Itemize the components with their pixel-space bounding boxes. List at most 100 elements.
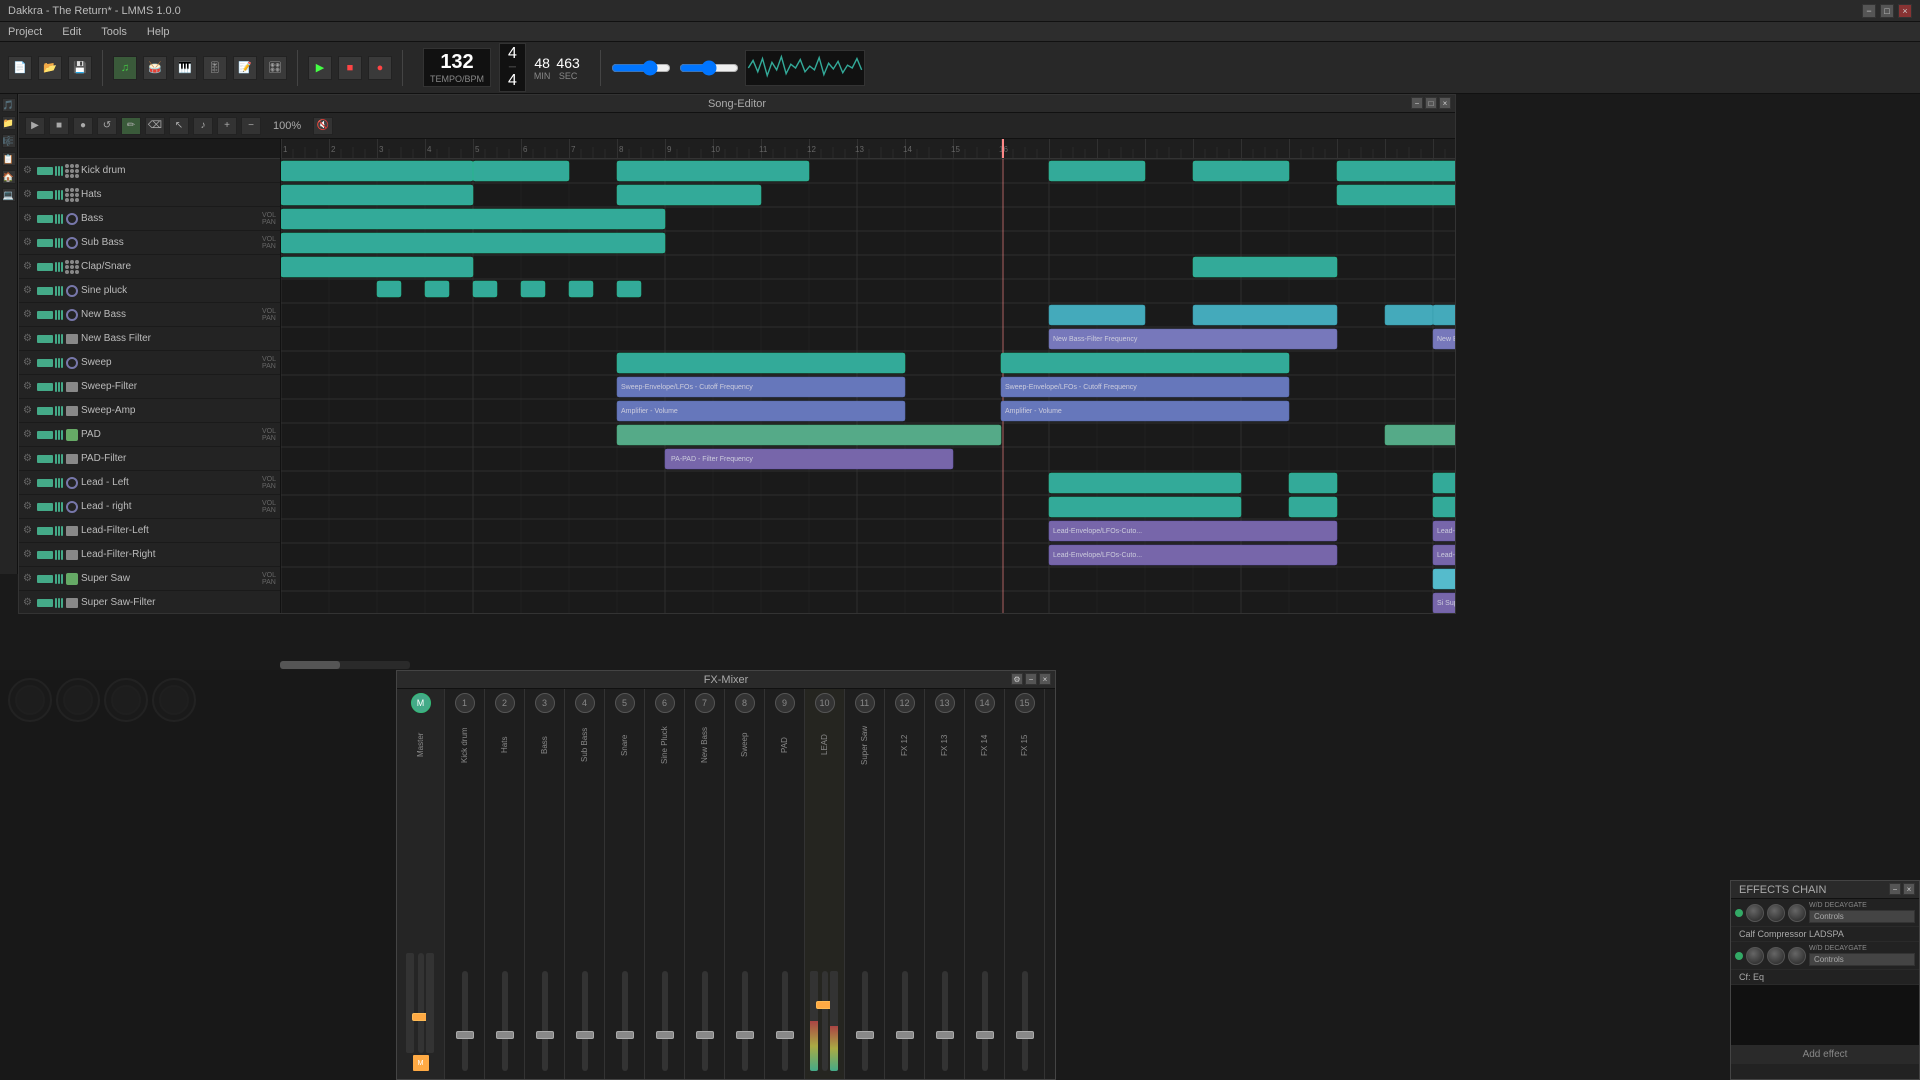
- block[interactable]: [1289, 497, 1337, 517]
- track-gear-sub-bass[interactable]: ⚙: [23, 237, 35, 248]
- block[interactable]: [1049, 305, 1145, 325]
- se-detuning-button[interactable]: ♪: [193, 117, 213, 135]
- track-gear-lead-left[interactable]: ⚙: [23, 477, 35, 488]
- track-gear-new-bass-filter[interactable]: ⚙: [23, 333, 35, 344]
- fx-channel-7-num[interactable]: 7: [695, 693, 715, 713]
- block[interactable]: [1193, 161, 1289, 181]
- effect-2-knob-1[interactable]: [1746, 947, 1764, 965]
- fx-fader-11-handle[interactable]: [856, 1031, 874, 1039]
- menu-help[interactable]: Help: [143, 24, 174, 40]
- fx-channel-8-num[interactable]: 8: [735, 693, 755, 713]
- block[interactable]: [281, 257, 473, 277]
- track-mute-new-bass-filter[interactable]: [37, 335, 53, 343]
- se-select-button[interactable]: ↖: [169, 117, 189, 135]
- effect-1-knob-1[interactable]: [1746, 904, 1764, 922]
- menu-tools[interactable]: Tools: [97, 24, 131, 40]
- effect-2-knob-2[interactable]: [1767, 947, 1785, 965]
- track-gear-lead-filter-right[interactable]: ⚙: [23, 549, 35, 560]
- my-presets-button[interactable]: 📋: [2, 152, 16, 166]
- track-gear-sweep-filter[interactable]: ⚙: [23, 381, 35, 392]
- track-mute-lead-left[interactable]: [37, 479, 53, 487]
- save-project-button[interactable]: 💾: [68, 56, 92, 80]
- beat-bassline-button[interactable]: 🥁: [143, 56, 167, 80]
- block[interactable]: [1289, 473, 1337, 493]
- block[interactable]: [1385, 425, 1455, 445]
- fx-fader-7-handle[interactable]: [696, 1031, 714, 1039]
- track-gear-lead-right[interactable]: ⚙: [23, 501, 35, 512]
- fx-fader-6-handle[interactable]: [656, 1031, 674, 1039]
- se-loop-button[interactable]: ↺: [97, 117, 117, 135]
- fx-fader-5[interactable]: [622, 971, 628, 1071]
- fx-channel-1-num[interactable]: 1: [455, 693, 475, 713]
- effect-2-enable-toggle[interactable]: [1735, 952, 1743, 960]
- se-draw-button[interactable]: ✏: [121, 117, 141, 135]
- track-name-sine-pluck[interactable]: Sine pluck: [81, 285, 276, 296]
- block[interactable]: [617, 425, 1001, 445]
- fx-fader-6[interactable]: [662, 971, 668, 1071]
- block[interactable]: [1049, 497, 1241, 517]
- open-project-button[interactable]: 📂: [38, 56, 62, 80]
- track-gear-pad[interactable]: ⚙: [23, 429, 35, 440]
- fx-mixer-close-button[interactable]: ×: [1039, 673, 1051, 685]
- track-name-sweep-amp[interactable]: Sweep-Amp: [81, 405, 276, 416]
- record-button[interactable]: ●: [368, 56, 392, 80]
- controller-rack-button[interactable]: 🎛: [263, 56, 287, 80]
- effect-1-controls-button[interactable]: Controls: [1809, 910, 1915, 923]
- my-projects-button[interactable]: 📁: [2, 116, 16, 130]
- block[interactable]: [473, 161, 569, 181]
- effects-chain-close-button[interactable]: ×: [1903, 883, 1915, 895]
- menu-edit[interactable]: Edit: [58, 24, 85, 40]
- track-name-clap[interactable]: Clap/Snare: [81, 261, 276, 272]
- track-mute-new-bass[interactable]: [37, 311, 53, 319]
- track-name-lead-right[interactable]: Lead - right: [81, 501, 258, 512]
- fx-fader-3[interactable]: [542, 971, 548, 1071]
- effects-chain-minimize-button[interactable]: −: [1889, 883, 1901, 895]
- effect-2-controls-button[interactable]: Controls: [1809, 953, 1915, 966]
- song-editor-button[interactable]: ♫: [113, 56, 137, 80]
- se-stop-button[interactable]: ■: [49, 117, 69, 135]
- effect-2-knob-3[interactable]: [1788, 947, 1806, 965]
- track-gear-pad-filter[interactable]: ⚙: [23, 453, 35, 464]
- fx-fader-3-handle[interactable]: [536, 1031, 554, 1039]
- block[interactable]: [1433, 497, 1455, 517]
- fx-channel-15-num[interactable]: 15: [1015, 693, 1035, 713]
- track-name-super-saw-filter[interactable]: Super Saw-Filter: [81, 597, 276, 608]
- horizontal-scrollbar[interactable]: [280, 661, 410, 669]
- fx-fader-14[interactable]: [982, 971, 988, 1071]
- block[interactable]: [1001, 353, 1289, 373]
- track-name-kick[interactable]: Kick drum: [81, 165, 276, 176]
- block[interactable]: [425, 281, 449, 297]
- fx-fader-8-handle[interactable]: [736, 1031, 754, 1039]
- minimize-button[interactable]: −: [1862, 4, 1876, 18]
- track-mute-lead-filter-left[interactable]: [37, 527, 53, 535]
- fx-mixer-minimize-button[interactable]: −: [1025, 673, 1037, 685]
- track-name-sweep[interactable]: Sweep: [81, 357, 258, 368]
- maximize-button[interactable]: □: [1880, 4, 1894, 18]
- track-gear-clap[interactable]: ⚙: [23, 261, 35, 272]
- track-mute-sweep[interactable]: [37, 359, 53, 367]
- fx-fader-12-handle[interactable]: [896, 1031, 914, 1039]
- track-gear-new-bass[interactable]: ⚙: [23, 309, 35, 320]
- effect-1-knob-2[interactable]: [1767, 904, 1785, 922]
- fx-channel-3-num[interactable]: 3: [535, 693, 555, 713]
- effect-1-enable-toggle[interactable]: [1735, 909, 1743, 917]
- track-gear-sweep-amp[interactable]: ⚙: [23, 405, 35, 416]
- song-editor-minimize[interactable]: −: [1411, 97, 1423, 109]
- new-project-button[interactable]: 📄: [8, 56, 32, 80]
- track-name-hats[interactable]: Hats: [81, 189, 276, 200]
- track-mute-lead-filter-right[interactable]: [37, 551, 53, 559]
- block[interactable]: [281, 209, 665, 229]
- fx-channel-6-num[interactable]: 6: [655, 693, 675, 713]
- block[interactable]: [281, 161, 473, 181]
- fx-channel-master-num[interactable]: M: [411, 693, 431, 713]
- track-gear-super-saw-filter[interactable]: ⚙: [23, 597, 35, 608]
- track-mute-pad[interactable]: [37, 431, 53, 439]
- my-home-button[interactable]: 🏠: [2, 170, 16, 184]
- track-gear-kick[interactable]: ⚙: [23, 165, 35, 176]
- fx-fader-9[interactable]: [782, 971, 788, 1071]
- track-mute-pad-filter[interactable]: [37, 455, 53, 463]
- project-notes-button[interactable]: 📝: [233, 56, 257, 80]
- fx-channel-14-num[interactable]: 14: [975, 693, 995, 713]
- track-gear-bass[interactable]: ⚙: [23, 213, 35, 224]
- track-gear-hats[interactable]: ⚙: [23, 189, 35, 200]
